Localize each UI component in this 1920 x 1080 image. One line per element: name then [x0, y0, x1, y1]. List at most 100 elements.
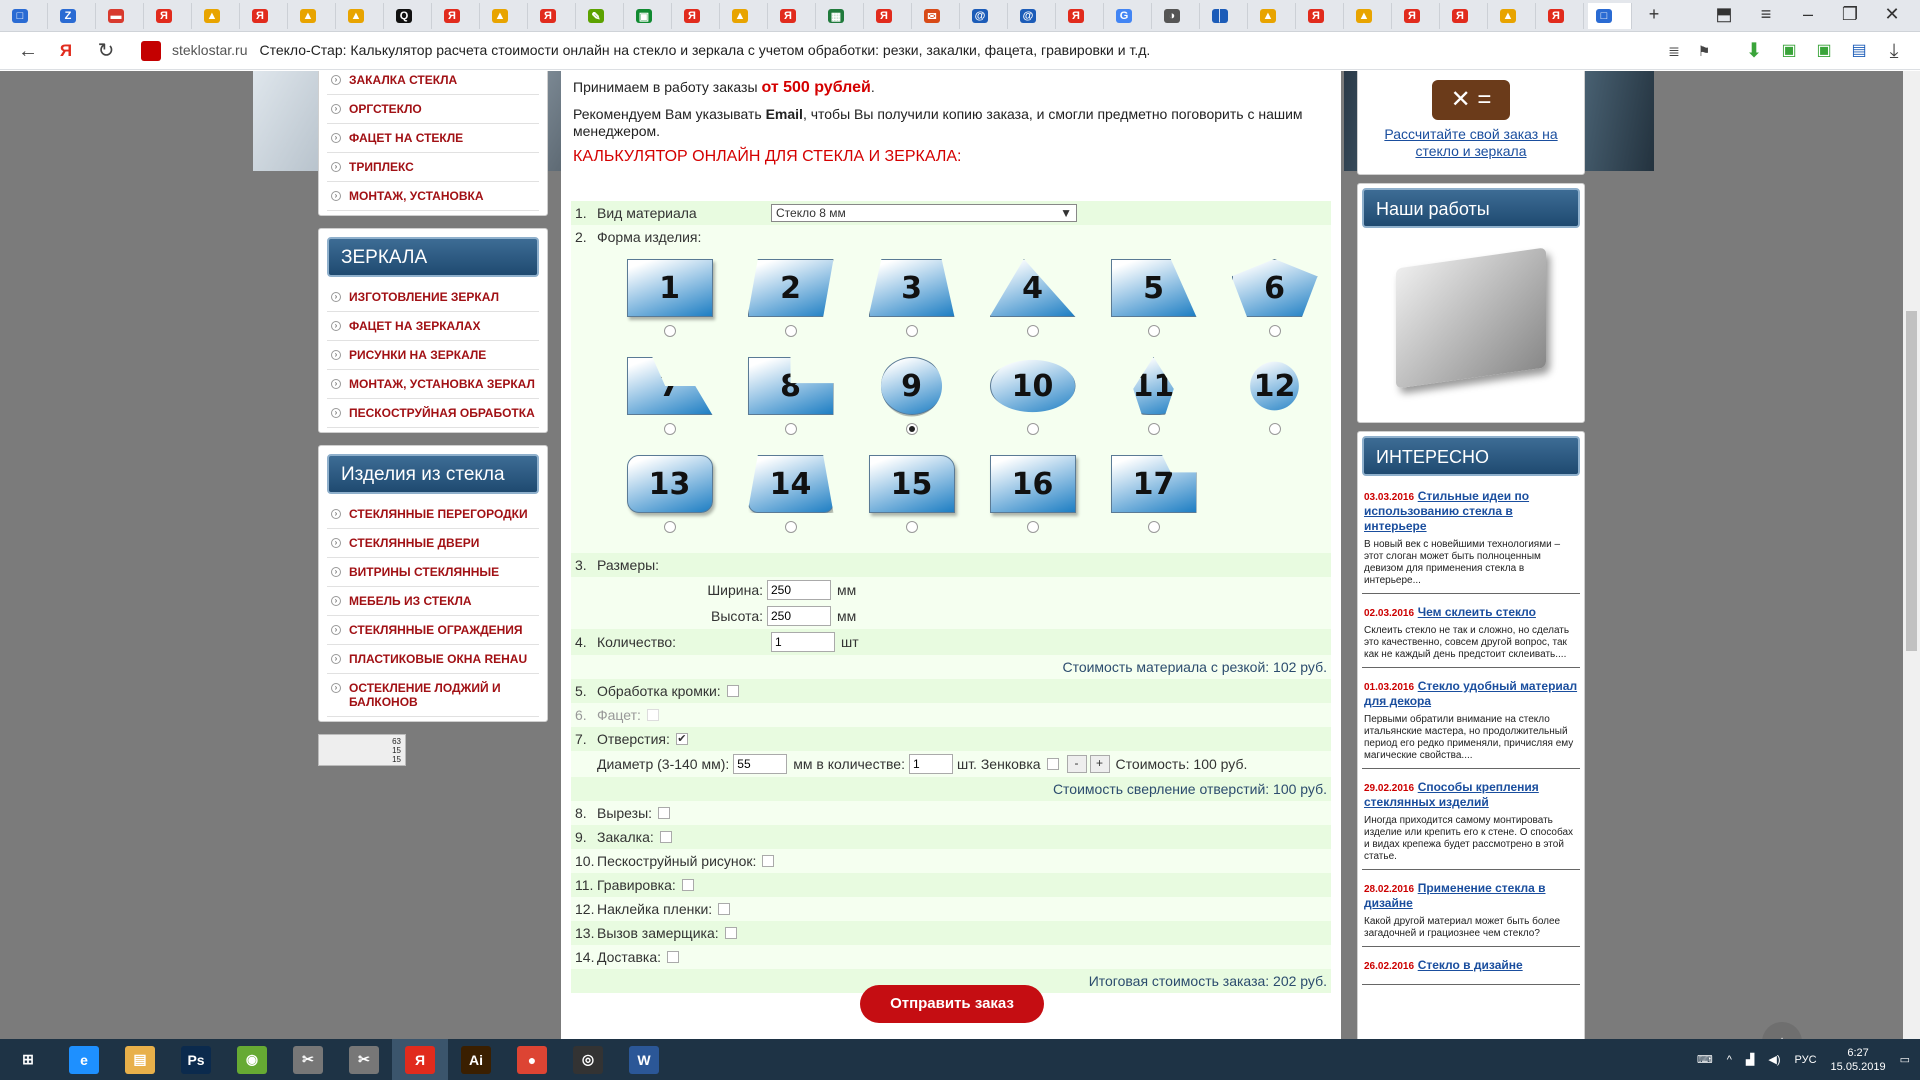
taskbar-app[interactable]: ◎ [560, 1039, 616, 1080]
shape-12-icon[interactable]: 12 [1250, 361, 1299, 411]
tray-chevron-icon[interactable]: ^ [1727, 1054, 1732, 1066]
shape-2-icon[interactable]: 2 [747, 259, 834, 317]
shape-radio[interactable] [1026, 423, 1039, 435]
browser-tab[interactable]: ▲ [1348, 3, 1392, 29]
browser-tab[interactable]: │ [1204, 3, 1248, 29]
browser-tab[interactable]: G [1108, 3, 1152, 29]
clock[interactable]: 6:27 15.05.2019 [1831, 1046, 1886, 1074]
shape-radio[interactable] [784, 521, 797, 533]
mirror-menu-item[interactable]: › МОНТАЖ, УСТАНОВКА ЗЕРКАЛ [327, 370, 539, 399]
taskbar-app[interactable]: ● [504, 1039, 560, 1080]
shape-radio[interactable] [905, 325, 918, 337]
material-select[interactable]: Стекло 8 мм ▼ [771, 204, 1077, 222]
taskbar-app[interactable]: ▤ [112, 1039, 168, 1080]
glass-menu-item[interactable]: › ТРИПЛЕКС [327, 153, 539, 182]
browser-tab[interactable]: Я [1540, 3, 1584, 29]
glass-menu-item[interactable]: › МОНТАЖ, УСТАНОВКА [327, 182, 539, 211]
film-checkbox[interactable] [718, 903, 731, 915]
browser-tab[interactable]: ▬ [100, 3, 144, 29]
shape-radio[interactable] [784, 325, 797, 337]
taskbar-app[interactable]: Я [392, 1039, 448, 1080]
minus-button[interactable]: - [1066, 755, 1087, 773]
taskbar-app[interactable]: ◉ [224, 1039, 280, 1080]
shape-radio[interactable] [905, 423, 918, 435]
shape-radio[interactable] [1268, 325, 1281, 337]
browser-tab[interactable]: Я [1444, 3, 1488, 29]
diameter-input[interactable] [733, 754, 788, 774]
browser-tab[interactable]: ▲ [724, 3, 768, 29]
shape-option[interactable]: 2 [730, 259, 851, 353]
shape-option[interactable]: 6 [1214, 259, 1335, 353]
shape-6-icon[interactable]: 6 [1231, 259, 1318, 317]
facet-checkbox[interactable] [646, 709, 659, 721]
delivery-checkbox[interactable] [667, 951, 680, 963]
shape-radio[interactable] [1147, 521, 1160, 533]
shape-radio[interactable] [1026, 521, 1039, 533]
shape-option[interactable]: 1 [609, 259, 730, 353]
page-scrollbar[interactable] [1903, 71, 1920, 1039]
browser-tab[interactable]: ▲ [196, 3, 240, 29]
shape-option[interactable]: 9 [851, 357, 972, 451]
plus-button[interactable]: + [1089, 755, 1110, 773]
downloads-icon[interactable]: ⤓ [1880, 38, 1908, 64]
mirror-menu-item[interactable]: › ИЗГОТОВЛЕНИЕ ЗЕРКАЛ [327, 283, 539, 312]
engrave-checkbox[interactable] [681, 879, 694, 891]
shape-option[interactable]: 7 [609, 357, 730, 451]
shape-option[interactable]: 15 [851, 455, 972, 549]
reader-mode-icon[interactable]: ≣ [1660, 38, 1688, 64]
shape-option[interactable]: 10 [972, 357, 1093, 451]
holes-checkbox[interactable]: ✔ [675, 733, 688, 745]
shape-option[interactable]: 14 [730, 455, 851, 549]
shape-4-icon[interactable]: 4 [989, 259, 1076, 317]
language-indicator[interactable]: РУС [1795, 1054, 1817, 1066]
glass-menu-item[interactable]: › ЗАКАЛКА СТЕКЛА [327, 71, 539, 95]
shape-8-icon[interactable]: 8 [747, 357, 834, 415]
taskbar-app[interactable]: ✂ [280, 1039, 336, 1080]
shape-7-icon[interactable]: 7 [626, 357, 713, 415]
shape-9-icon[interactable]: 9 [880, 357, 943, 415]
minimize-icon[interactable]: – [1794, 4, 1822, 28]
browser-tab[interactable]: Q [388, 3, 432, 29]
browser-tab[interactable]: Z [52, 3, 96, 29]
browser-tab[interactable]: ▲ [1252, 3, 1296, 29]
browser-tab[interactable]: Я [1396, 3, 1440, 29]
browser-tab[interactable]: Я [772, 3, 816, 29]
browser-tab[interactable]: ▦ [820, 3, 864, 29]
browser-tab[interactable]: @ [964, 3, 1008, 29]
shape-radio[interactable] [784, 423, 797, 435]
scroll-top-button[interactable]: ▲ [1762, 1022, 1802, 1039]
shape-15-icon[interactable]: 15 [868, 455, 955, 513]
shape-3-icon[interactable]: 3 [868, 259, 955, 317]
reload-icon[interactable]: ↻ [92, 38, 120, 64]
shape-option[interactable]: 16 [972, 455, 1093, 549]
browser-tab[interactable]: @ [1012, 3, 1056, 29]
shape-5-icon[interactable]: 5 [1110, 259, 1197, 317]
taskbar-app[interactable]: e [56, 1039, 112, 1080]
shape-10-icon[interactable]: 10 [989, 359, 1076, 413]
mirror-menu-item[interactable]: › РИСУНКИ НА ЗЕРКАЛЕ [327, 341, 539, 370]
measurer-checkbox[interactable] [724, 927, 737, 939]
shape-option[interactable]: 5 [1093, 259, 1214, 353]
portfolio-folder-icon[interactable] [1362, 228, 1580, 408]
height-input[interactable] [767, 606, 831, 626]
shape-option[interactable]: 12 [1214, 357, 1335, 451]
notifications-icon[interactable]: ▭ [1900, 1053, 1910, 1066]
taskbar-app[interactable]: Ai [448, 1039, 504, 1080]
browser-tab[interactable]: ▲ [340, 3, 384, 29]
browser-tab[interactable]: Я [244, 3, 288, 29]
browser-tab[interactable]: □ [4, 3, 48, 29]
shape-option[interactable]: 8 [730, 357, 851, 451]
shape-16-icon[interactable]: 16 [989, 455, 1076, 513]
submit-order-button[interactable]: Отправить заказ [860, 985, 1044, 1023]
visit-counter[interactable]: 63 15 15 [318, 734, 406, 766]
shape-radio[interactable] [1268, 423, 1281, 435]
hole-count-stepper[interactable] [908, 754, 953, 774]
calc-link[interactable]: Рассчитайте свой заказ на стекло и зерка… [1362, 126, 1580, 160]
product-menu-item[interactable]: › СТЕКЛЯННЫЕ ОГРАЖДЕНИЯ [327, 616, 539, 645]
shape-13-icon[interactable]: 13 [626, 455, 713, 513]
shape-radio[interactable] [663, 423, 676, 435]
scrollbar-thumb[interactable] [1906, 311, 1917, 651]
browser-tab[interactable]: ◑ [1156, 3, 1200, 29]
taskbar-app[interactable]: ✂ [336, 1039, 392, 1080]
shape-1-icon[interactable]: 1 [626, 259, 713, 317]
